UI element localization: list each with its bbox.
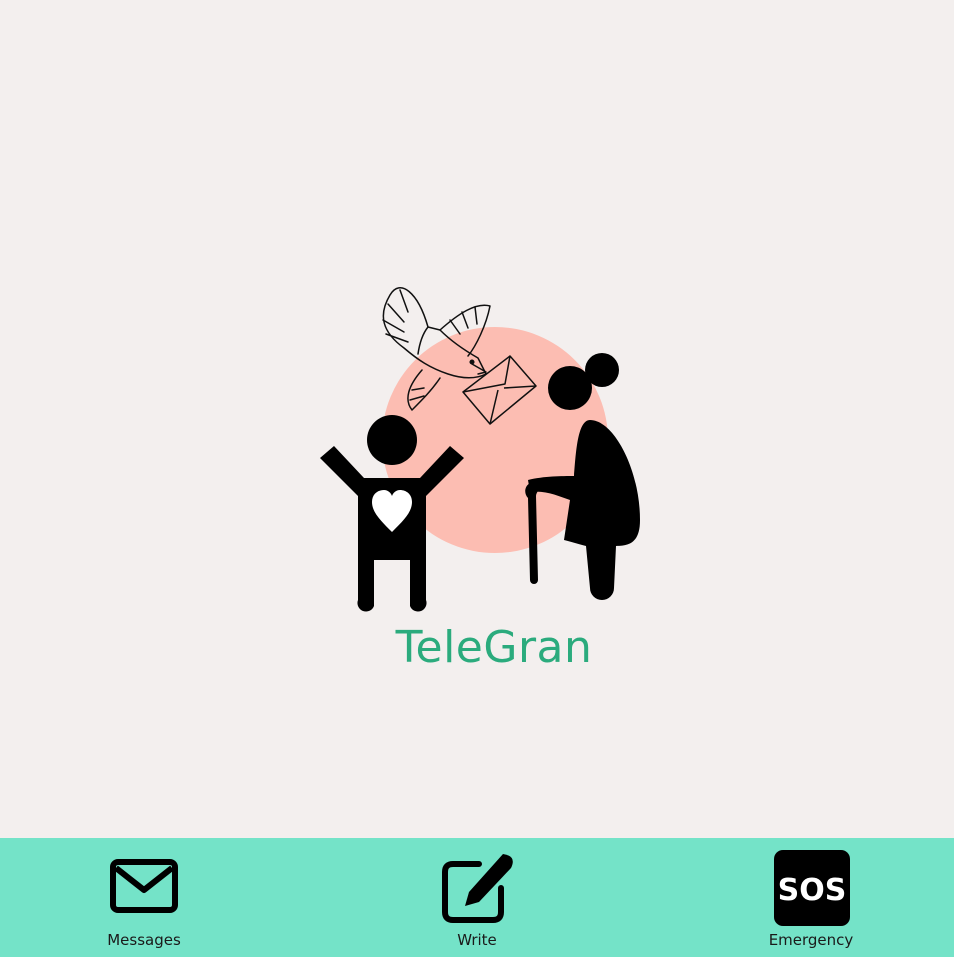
bottom-tab-bar: Messages Write SOS Emergency <box>0 838 954 957</box>
write-tab-label: Write <box>457 931 497 949</box>
app-title: TeleGran <box>395 622 593 673</box>
write-tab[interactable]: Write <box>377 838 577 957</box>
messages-tab-label: Messages <box>107 931 181 949</box>
sos-icon: SOS <box>771 848 851 928</box>
envelope-icon <box>104 848 184 928</box>
emergency-tab-label: Emergency <box>768 931 854 949</box>
messages-tab[interactable]: Messages <box>44 838 244 957</box>
splash-screen: TeleGran <box>0 0 954 838</box>
app-logo <box>300 270 660 630</box>
pencil-square-icon <box>437 848 517 928</box>
svg-text:SOS: SOS <box>778 873 847 908</box>
emergency-tab[interactable]: SOS Emergency <box>711 838 911 957</box>
